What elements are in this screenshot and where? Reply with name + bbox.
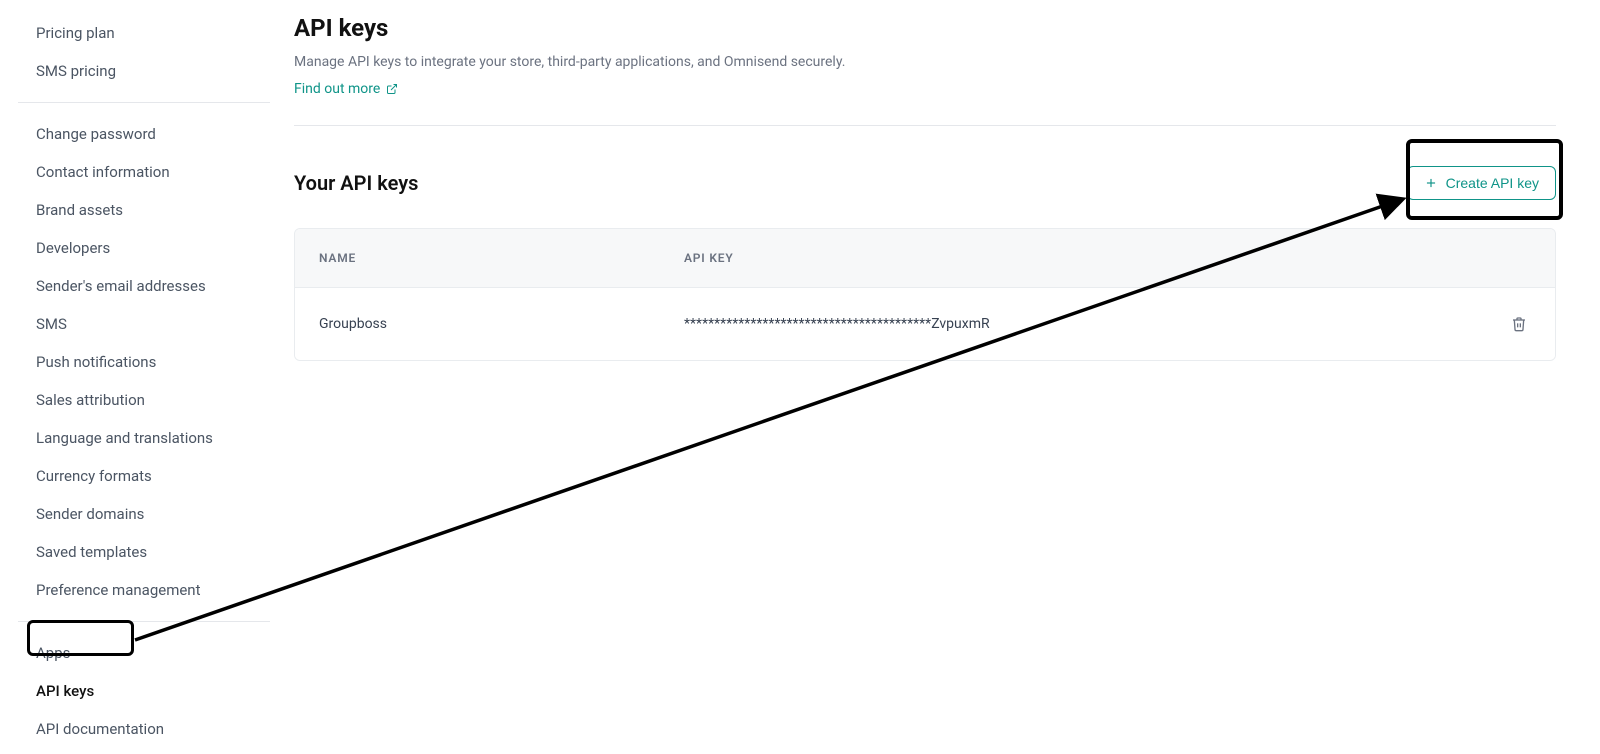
sidebar-group: Apps API keys API documentation [18,628,272,754]
api-keys-table: NAME API KEY Groupboss *****************… [294,228,1556,361]
sidebar-item-push-notifications[interactable]: Push notifications [18,343,272,381]
sidebar-item-preference-management[interactable]: Preference management [18,571,272,609]
sidebar-item-sms-pricing[interactable]: SMS pricing [18,52,272,90]
settings-sidebar: Pricing plan SMS pricing Change password… [0,0,272,709]
page-title: API keys [294,14,1556,42]
your-api-keys-title: Your API keys [294,171,418,195]
column-header-actions [1491,251,1531,265]
external-link-icon [386,83,398,95]
sidebar-item-developers[interactable]: Developers [18,229,272,267]
sidebar-item-currency-formats[interactable]: Currency formats [18,457,272,495]
column-header-name: NAME [319,251,684,265]
api-key-value-cell: ****************************************… [684,316,1491,332]
sidebar-divider [18,102,270,103]
sidebar-group: Change password Contact information Bran… [18,109,272,615]
sidebar-divider [18,621,270,622]
trash-icon [1511,316,1527,332]
sidebar-item-senders-email-addresses[interactable]: Sender's email addresses [18,267,272,305]
sidebar-item-api-documentation[interactable]: API documentation [18,710,272,748]
create-api-key-label: Create API key [1446,175,1539,191]
sidebar-group: Pricing plan SMS pricing [18,8,272,96]
table-row: Groupboss ******************************… [295,288,1555,360]
section-header: Your API keys Create API key [294,166,1556,200]
sidebar-item-sales-attribution[interactable]: Sales attribution [18,381,272,419]
api-key-name-cell: Groupboss [319,316,684,332]
section-divider [294,125,1556,126]
column-header-api-key: API KEY [684,251,1491,265]
table-header: NAME API KEY [295,229,1555,288]
sidebar-item-apps[interactable]: Apps [18,634,272,672]
sidebar-item-contact-information[interactable]: Contact information [18,153,272,191]
find-out-more-link[interactable]: Find out more [294,81,398,97]
sidebar-item-pricing-plan[interactable]: Pricing plan [18,14,272,52]
sidebar-item-api-keys[interactable]: API keys [18,672,272,710]
sidebar-item-saved-templates[interactable]: Saved templates [18,533,272,571]
find-out-more-label: Find out more [294,81,380,97]
create-api-key-button[interactable]: Create API key [1407,166,1556,200]
delete-api-key-button[interactable] [1507,312,1531,336]
sidebar-item-sms[interactable]: SMS [18,305,272,343]
sidebar-item-brand-assets[interactable]: Brand assets [18,191,272,229]
page-subtitle: Manage API keys to integrate your store,… [294,54,1556,70]
plus-icon [1424,176,1438,190]
main-content: API keys Manage API keys to integrate yo… [272,0,1600,709]
sidebar-item-sender-domains[interactable]: Sender domains [18,495,272,533]
sidebar-item-change-password[interactable]: Change password [18,115,272,153]
sidebar-item-language-and-translations[interactable]: Language and translations [18,419,272,457]
